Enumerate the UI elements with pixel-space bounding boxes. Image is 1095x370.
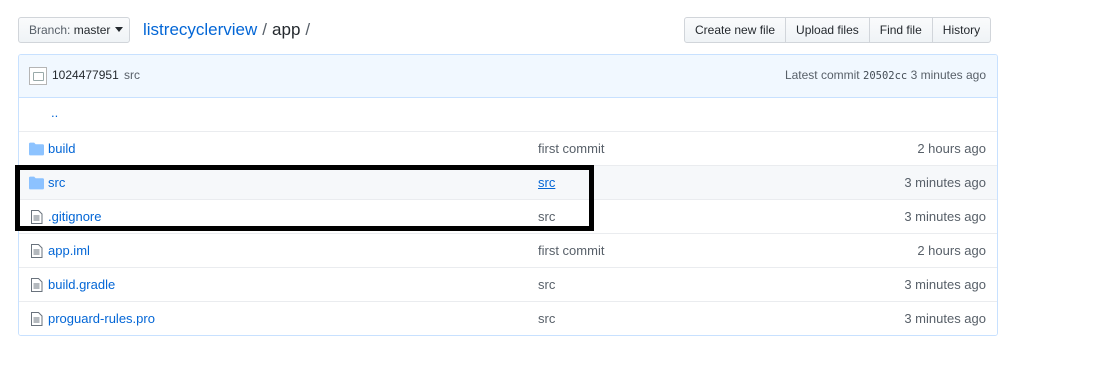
breadcrumb-current-dir: app xyxy=(272,20,301,39)
commit-message-link[interactable]: first commit xyxy=(538,141,604,156)
commit-message-link[interactable]: src xyxy=(538,175,555,190)
commit-age: 3 minutes ago xyxy=(904,175,986,190)
file-actions-button-group: Create new file Upload files Find file H… xyxy=(684,17,992,43)
breadcrumb-repo-link[interactable]: listrecyclerview xyxy=(143,20,257,39)
breadcrumb-separator: / xyxy=(305,20,311,39)
breadcrumb: listrecyclerview / app / xyxy=(143,18,315,42)
breadcrumb-separator: / xyxy=(262,20,268,39)
commit-age: 3 minutes ago xyxy=(904,277,986,292)
file-name-link[interactable]: build xyxy=(48,141,75,156)
commit-age: 2 hours ago xyxy=(917,141,986,156)
folder-icon xyxy=(29,176,44,190)
file-name-link[interactable]: proguard-rules.pro xyxy=(48,311,155,326)
table-row: build first commit 2 hours ago xyxy=(19,131,997,165)
parent-directory-row[interactable]: .. xyxy=(19,98,997,131)
avatar[interactable] xyxy=(29,67,47,85)
file-name-link[interactable]: .gitignore xyxy=(48,209,101,224)
commit-message-link[interactable]: first commit xyxy=(538,243,604,258)
commit-message-link[interactable]: src xyxy=(538,209,555,224)
caret-down-icon xyxy=(115,27,124,32)
branch-label: Branch: xyxy=(29,23,71,37)
file-icon xyxy=(31,210,43,224)
folder-icon xyxy=(29,142,44,156)
latest-commit-bar: 1024477951 src Latest commit 20502cc 3 m… xyxy=(19,55,997,98)
file-name-link[interactable]: src xyxy=(48,175,65,190)
commit-message-link[interactable]: src xyxy=(124,68,140,82)
commit-age: 3 minutes ago xyxy=(904,209,986,224)
parent-directory-link[interactable]: .. xyxy=(51,105,58,120)
file-table: 1024477951 src Latest commit 20502cc 3 m… xyxy=(18,54,998,336)
latest-commit-info: Latest commit 20502cc 3 minutes ago xyxy=(785,68,986,82)
file-icon xyxy=(31,278,43,292)
commit-author-link[interactable]: 1024477951 xyxy=(52,68,119,82)
table-row: src src 3 minutes ago xyxy=(19,165,997,199)
file-name-link[interactable]: build.gradle xyxy=(48,277,115,292)
branch-value: master xyxy=(73,23,111,37)
file-name-link[interactable]: app.iml xyxy=(48,243,90,258)
table-row: .gitignore src 3 minutes ago xyxy=(19,199,997,233)
branch-select-button[interactable]: Branch: master xyxy=(18,17,130,43)
commit-age: 3 minutes ago xyxy=(904,311,986,326)
find-file-button[interactable]: Find file xyxy=(868,17,933,43)
table-row: proguard-rules.pro src 3 minutes ago xyxy=(19,301,997,335)
history-button[interactable]: History xyxy=(931,17,992,43)
commit-message-link[interactable]: src xyxy=(538,277,555,292)
commit-sha-link[interactable]: 20502cc xyxy=(863,70,907,82)
table-row: build.gradle src 3 minutes ago xyxy=(19,267,997,301)
commit-message-link[interactable]: src xyxy=(538,311,555,326)
latest-commit-label: Latest commit xyxy=(784,68,860,82)
commit-age: 2 hours ago xyxy=(917,243,986,258)
upload-files-button[interactable]: Upload files xyxy=(785,17,870,43)
table-row: app.iml first commit 2 hours ago xyxy=(19,233,997,267)
create-new-file-button[interactable]: Create new file xyxy=(684,17,787,43)
file-icon xyxy=(31,312,43,326)
commit-age: 3 minutes ago xyxy=(910,68,986,82)
file-icon xyxy=(31,244,43,258)
